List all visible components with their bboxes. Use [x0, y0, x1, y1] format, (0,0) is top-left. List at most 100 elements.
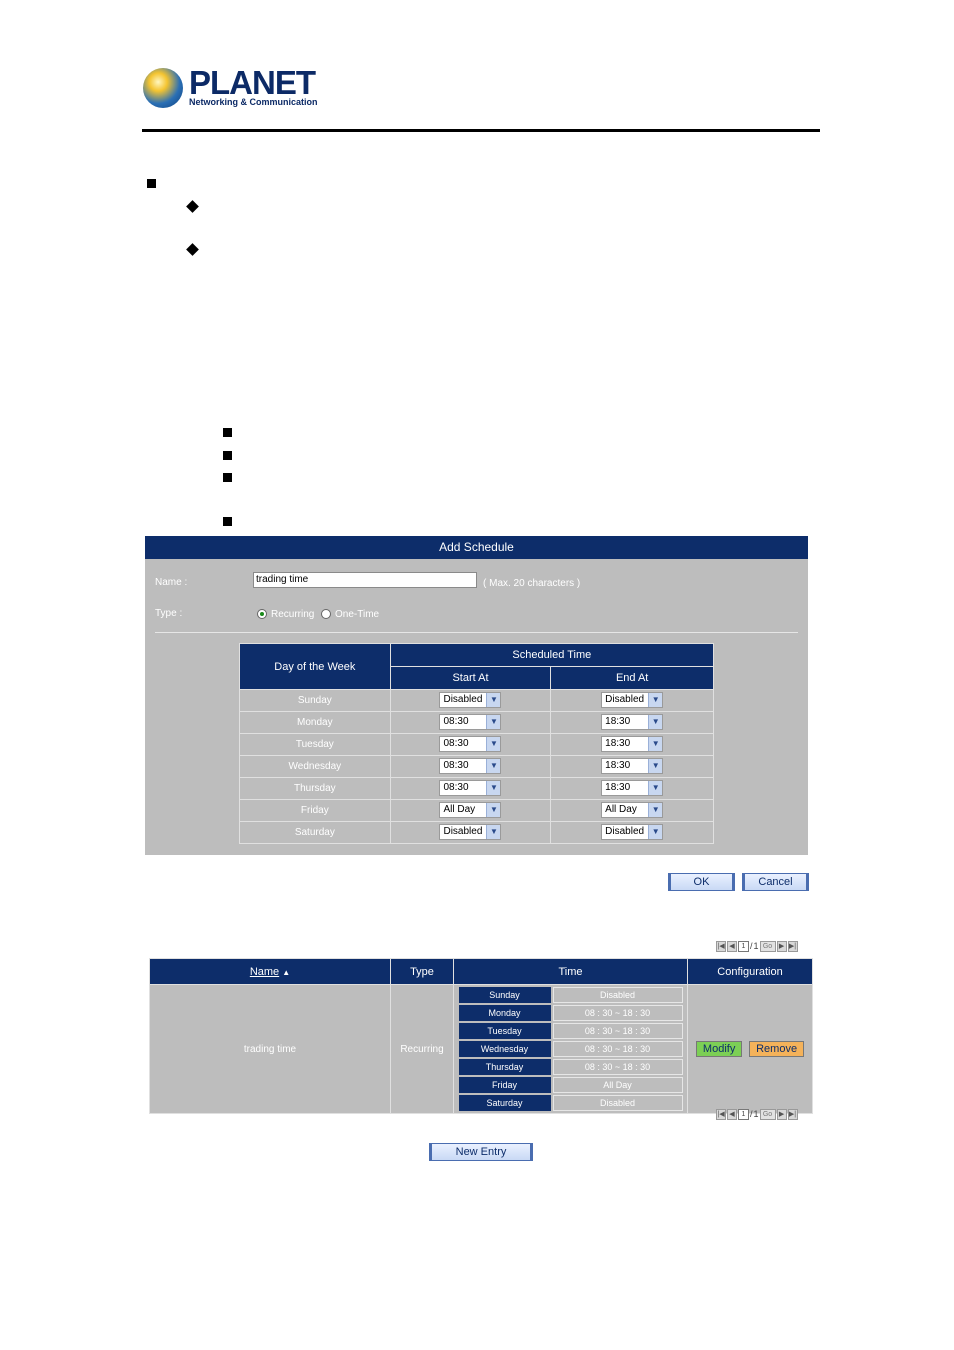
chevron-down-icon: ▼: [648, 693, 663, 708]
sort-by-name-link[interactable]: Name: [250, 966, 279, 978]
day-of-week-header: Day of the Week: [239, 643, 391, 690]
scheduled-time-header: Scheduled Time: [389, 643, 715, 667]
schedule-row-wednesday: Wednesday 08:30 ▼ 18:30 ▼: [239, 755, 714, 778]
pager-go-button[interactable]: Go: [759, 1108, 776, 1120]
schedule-row-friday: Friday All Day ▼ All Day ▼: [239, 799, 714, 822]
brand-tagline: Networking & Communication: [189, 97, 318, 107]
day-label: Thursday: [239, 777, 391, 800]
start-time-select[interactable]: 08:30 ▼: [439, 736, 502, 753]
chevron-down-icon: ▼: [486, 781, 501, 796]
cancel-button[interactable]: Cancel: [742, 873, 809, 891]
bullet-diamond-icon: [186, 243, 199, 256]
bullet-square-icon: [223, 517, 232, 526]
first-page-icon[interactable]: |◀: [716, 940, 726, 952]
start-time-select[interactable]: All Day ▼: [439, 802, 502, 819]
start-time-select[interactable]: Disabled ▼: [439, 692, 502, 709]
start-time-select[interactable]: 08:30 ▼: [439, 758, 502, 775]
modify-button[interactable]: Modify: [695, 1041, 743, 1057]
entry-time-table: Sunday Disabled Monday 08 : 30 ~ 18 : 30 T…: [457, 985, 685, 1113]
chevron-down-icon: ▼: [648, 825, 663, 840]
new-entry-button[interactable]: New Entry: [429, 1143, 533, 1161]
type-label: Type :: [155, 608, 183, 619]
entry-type: Recurring: [390, 984, 454, 1114]
start-at-header: Start At: [389, 666, 552, 690]
pager-top: |◀ ◀ 1 / 1 Go ▶ ▶|: [716, 940, 798, 952]
table-row: trading time Recurring Sunday Disabled Mo…: [149, 984, 813, 1114]
schedule-list-table: Name ▲ Type Time Configuration trading t…: [149, 958, 813, 1114]
type-one-time-label: One-Time: [335, 609, 380, 620]
type-recurring-radio[interactable]: [257, 609, 267, 619]
end-time-select[interactable]: 18:30 ▼: [601, 736, 664, 753]
chevron-down-icon: ▼: [648, 759, 663, 774]
schedule-row-tuesday: Tuesday 08:30 ▼ 18:30 ▼: [239, 733, 714, 756]
day-label: Wednesday: [239, 755, 391, 778]
page-number-input[interactable]: 1: [738, 940, 749, 952]
end-time-select[interactable]: Disabled ▼: [601, 692, 664, 709]
list-item: Sunday Disabled: [458, 987, 683, 1003]
bullet-square-icon: [223, 473, 232, 482]
ok-button[interactable]: OK: [668, 873, 735, 891]
last-page-icon[interactable]: ▶|: [787, 1108, 798, 1120]
remove-button[interactable]: Remove: [749, 1041, 805, 1057]
next-page-icon[interactable]: ▶: [776, 1108, 787, 1120]
last-page-icon[interactable]: ▶|: [787, 940, 798, 952]
end-time-select[interactable]: All Day ▼: [601, 802, 664, 819]
sort-ascending-icon: ▲: [282, 967, 291, 977]
schedule-name-input[interactable]: [253, 572, 477, 588]
planet-logo-globe-icon: [143, 68, 183, 108]
name-hint: ( Max. 20 characters ): [483, 578, 581, 589]
schedule-row-sunday: Sunday Disabled ▼ Disabled ▼: [239, 689, 714, 712]
chevron-down-icon: ▼: [648, 803, 663, 818]
first-page-icon[interactable]: |◀: [716, 1108, 726, 1120]
next-page-icon[interactable]: ▶: [776, 940, 787, 952]
pager-separator: /: [750, 1109, 753, 1119]
type-recurring-label: Recurring: [271, 609, 315, 620]
start-time-select[interactable]: 08:30 ▼: [439, 714, 502, 731]
list-item: Monday 08 : 30 ~ 18 : 30: [458, 1005, 683, 1021]
type-one-time-radio[interactable]: [321, 609, 331, 619]
chevron-down-icon: ▼: [648, 715, 663, 730]
list-item: Wednesday 08 : 30 ~ 18 : 30: [458, 1041, 683, 1057]
schedule-table: Day of the Week Scheduled Time Start At …: [239, 643, 715, 844]
chevron-down-icon: ▼: [486, 693, 501, 708]
chevron-down-icon: ▼: [648, 737, 663, 752]
list-item: Tuesday 08 : 30 ~ 18 : 30: [458, 1023, 683, 1039]
bullet-diamond-icon: [186, 200, 199, 213]
end-time-select[interactable]: Disabled ▼: [601, 824, 664, 841]
end-time-select[interactable]: 18:30 ▼: [601, 714, 664, 731]
panel-divider: [155, 632, 798, 633]
schedule-row-thursday: Thursday 08:30 ▼ 18:30 ▼: [239, 777, 714, 800]
end-at-header: End At: [550, 666, 714, 690]
start-time-select[interactable]: 08:30 ▼: [439, 780, 502, 797]
day-label: Tuesday: [239, 733, 391, 756]
name-column-header[interactable]: Name ▲: [149, 958, 391, 985]
chevron-down-icon: ▼: [486, 715, 501, 730]
pager-bottom: |◀ ◀ 1 / 1 Go ▶ ▶|: [716, 1108, 798, 1120]
pager-go-button[interactable]: Go: [759, 940, 776, 952]
day-label: Sunday: [239, 689, 391, 712]
start-time-select[interactable]: Disabled ▼: [439, 824, 502, 841]
chevron-down-icon: ▼: [486, 737, 501, 752]
day-label: Monday: [239, 711, 391, 734]
time-column-header: Time: [453, 958, 688, 985]
pager-total: 1: [753, 941, 759, 951]
type-column-header: Type: [390, 958, 454, 985]
configuration-column-header: Configuration: [687, 958, 813, 985]
bullet-square-icon: [147, 179, 156, 188]
end-time-select[interactable]: 18:30 ▼: [601, 780, 664, 797]
bullet-square-icon: [223, 428, 232, 437]
entry-name: trading time: [149, 984, 391, 1114]
chevron-down-icon: ▼: [486, 803, 501, 818]
page-number-input[interactable]: 1: [738, 1108, 749, 1120]
prev-page-icon[interactable]: ◀: [727, 1108, 737, 1120]
schedule-row-monday: Monday 08:30 ▼ 18:30 ▼: [239, 711, 714, 734]
prev-page-icon[interactable]: ◀: [727, 940, 737, 952]
chevron-down-icon: ▼: [486, 759, 501, 774]
end-time-select[interactable]: 18:30 ▼: [601, 758, 664, 775]
chevron-down-icon: ▼: [486, 825, 501, 840]
schedule-row-saturday: Saturday Disabled ▼ Disabled ▼: [239, 821, 714, 844]
bullet-square-icon: [223, 451, 232, 460]
name-label: Name :: [155, 577, 188, 588]
day-label: Friday: [239, 799, 391, 822]
add-schedule-title: Add Schedule: [145, 536, 808, 559]
